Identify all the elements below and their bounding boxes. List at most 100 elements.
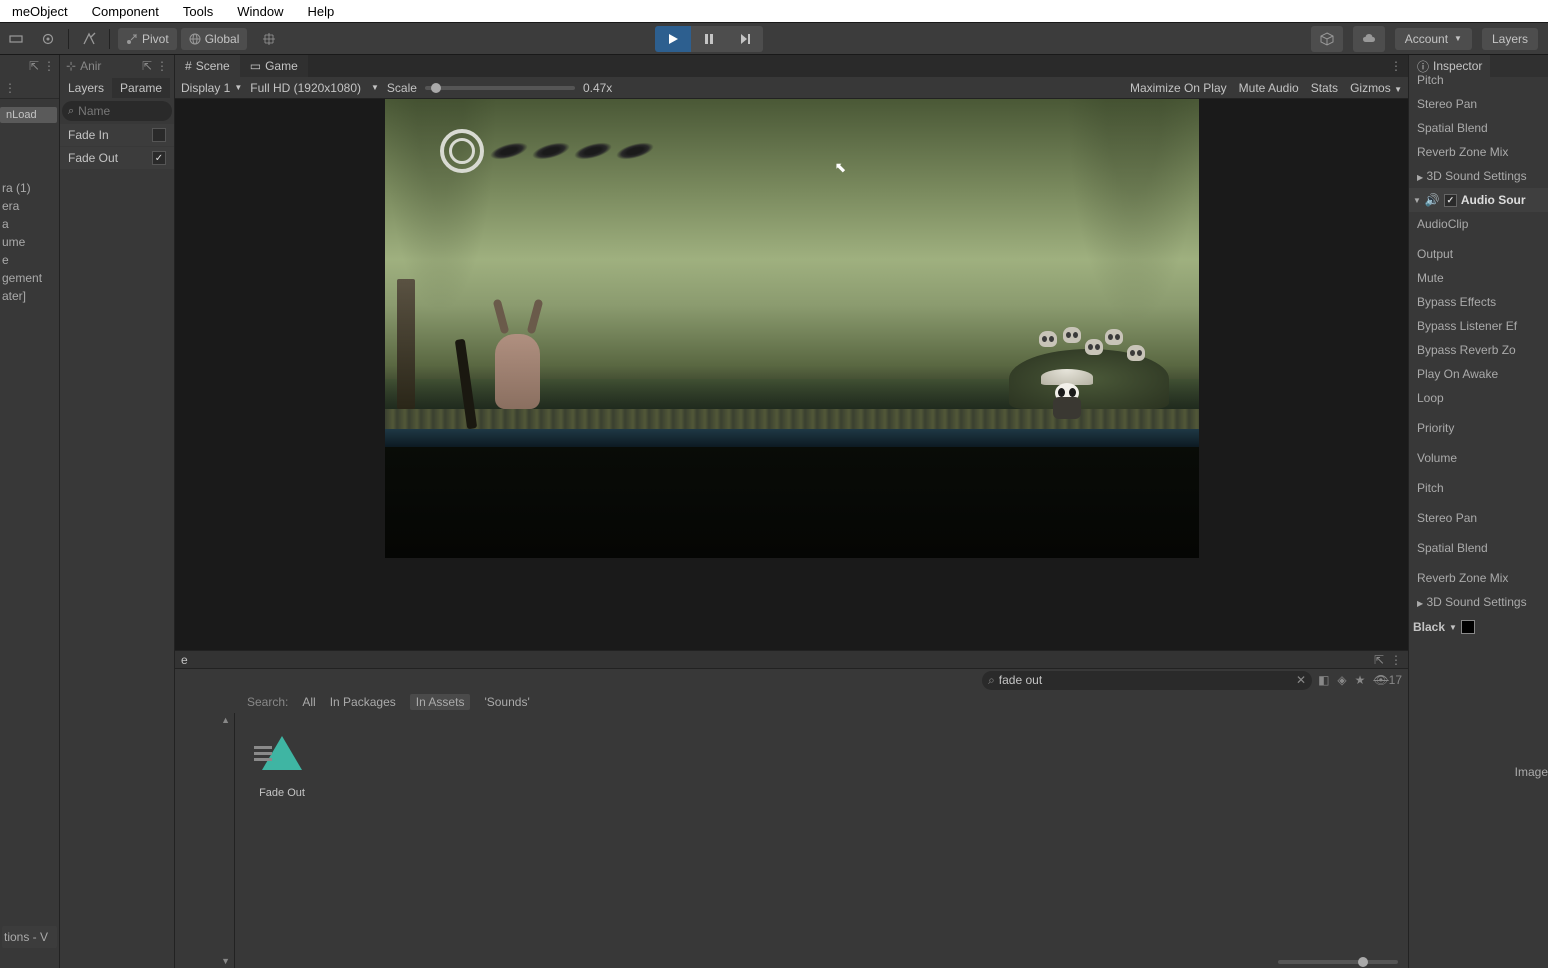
param-checkbox[interactable]: ✓ (152, 151, 166, 165)
prop-spatial-blend-2[interactable]: Spatial Blend (1409, 536, 1548, 560)
bottom-item[interactable]: tions - V (2, 926, 57, 948)
menu-window[interactable]: Window (225, 2, 295, 21)
lock-icon[interactable]: ⇱ (142, 59, 152, 73)
filter-packages[interactable]: In Packages (330, 695, 396, 709)
view-tabs: #Scene ▭Game ⋮ (175, 55, 1408, 77)
tab-animator[interactable]: Anir (80, 59, 101, 73)
info-icon: ⓘ (1417, 58, 1429, 75)
pause-button[interactable] (691, 26, 727, 52)
filter-assets[interactable]: In Assets (410, 694, 471, 710)
menu-icon[interactable]: ⋮ (43, 59, 55, 73)
global-toggle[interactable]: Global (181, 28, 248, 50)
menu-gameobject[interactable]: meObject (0, 2, 80, 21)
layers-dropdown[interactable]: Layers (1482, 28, 1538, 50)
component-enable-checkbox[interactable]: ✓ (1444, 194, 1457, 207)
prop-play-awake[interactable]: Play On Awake (1409, 362, 1548, 386)
foldout-3d-sound-2[interactable]: ▶ 3D Sound Settings (1409, 590, 1548, 614)
prop-bypass-reverb[interactable]: Bypass Reverb Zo (1409, 338, 1548, 362)
asset-label: Fade Out (247, 787, 317, 799)
param-row[interactable]: Fade Out ✓ (60, 147, 174, 169)
hierarchy-item[interactable]: a (0, 215, 59, 233)
console-tab[interactable]: e (181, 653, 188, 667)
component-audio-source[interactable]: ▼ 🔊 ✓ Audio Sour (1409, 188, 1548, 212)
hierarchy-item[interactable]: gement (0, 269, 59, 287)
project-tree[interactable]: ▲ ▼ (175, 713, 235, 968)
asset-item[interactable]: Fade Out (247, 725, 317, 799)
tab-scene[interactable]: #Scene (175, 55, 240, 77)
foldout-3d-sound[interactable]: ▶ 3D Sound Settings (1409, 164, 1548, 188)
hierarchy-item[interactable]: ume (0, 233, 59, 251)
prop-volume[interactable]: Volume (1409, 446, 1548, 470)
hierarchy-item[interactable]: ra (1) (0, 179, 59, 197)
project-search[interactable]: ⌕ ✕ (982, 671, 1312, 690)
play-button[interactable] (655, 26, 691, 52)
menu-icon[interactable]: ⋮ (156, 59, 168, 73)
hierarchy-item[interactable]: e (0, 251, 59, 269)
audio-icon: 🔊 (1425, 193, 1440, 207)
filter-label-icon[interactable]: ◈ (1337, 673, 1346, 687)
filter-type-icon[interactable]: ◧ (1318, 673, 1329, 687)
display-dropdown[interactable]: Display 1▼ (181, 81, 242, 95)
package-icon[interactable] (1311, 26, 1343, 52)
hierarchy-item[interactable]: era (0, 197, 59, 215)
param-checkbox[interactable] (152, 128, 166, 142)
prop-reverb-zone[interactable]: Reverb Zone Mix (1409, 140, 1548, 164)
step-button[interactable] (727, 26, 763, 52)
prop-audioclip[interactable]: AudioClip (1409, 212, 1548, 236)
menu-icon[interactable]: ⋮ (1390, 653, 1402, 667)
lock-icon[interactable]: ⇱ (29, 59, 39, 73)
color-swatch-dropdown[interactable]: Black▼ (1413, 620, 1544, 634)
prop-stereo-pan-2[interactable]: Stereo Pan (1409, 506, 1548, 530)
filter-sounds[interactable]: 'Sounds' (484, 695, 529, 709)
param-row[interactable]: Fade In (60, 124, 174, 146)
tab-game[interactable]: ▭Game (240, 55, 308, 77)
hidden-toggle[interactable]: 👁17 (1373, 673, 1402, 687)
mute-toggle[interactable]: Mute Audio (1239, 81, 1299, 95)
menu-help[interactable]: Help (295, 2, 346, 21)
search-icon: ⌕ (68, 105, 74, 118)
prop-spatial-blend[interactable]: Spatial Blend (1409, 116, 1548, 140)
prop-stereo-pan[interactable]: Stereo Pan (1409, 92, 1548, 116)
account-dropdown[interactable]: Account▼ (1395, 28, 1472, 50)
param-search[interactable]: ⌕ Name (62, 101, 172, 121)
resolution-dropdown[interactable]: Full HD (1920x1080)▼ (250, 81, 379, 95)
game-screen: ⬉ (385, 99, 1199, 558)
tool-hand-icon[interactable] (0, 25, 32, 53)
scroll-up-icon[interactable]: ▲ (221, 715, 230, 725)
tab-menu-icon[interactable]: ⋮ (1390, 59, 1402, 73)
prop-loop[interactable]: Loop (1409, 386, 1548, 410)
prop-priority[interactable]: Priority (1409, 416, 1548, 440)
tool-custom-icon[interactable] (73, 25, 105, 53)
tab-layers[interactable]: Layers (60, 78, 112, 98)
tool-move-icon[interactable] (32, 25, 64, 53)
search-placeholder: Name (78, 104, 110, 118)
prop-output[interactable]: Output (1409, 242, 1548, 266)
maximize-toggle[interactable]: Maximize On Play (1130, 81, 1227, 95)
search-input[interactable] (999, 673, 1292, 687)
scroll-down-icon[interactable]: ▼ (221, 956, 230, 966)
hierarchy-item[interactable]: ater] (0, 287, 59, 305)
menu-component[interactable]: Component (80, 2, 171, 21)
grid-size-slider[interactable] (1278, 960, 1398, 964)
filter-all[interactable]: All (302, 695, 315, 709)
menu-tools[interactable]: Tools (171, 2, 225, 21)
stats-toggle[interactable]: Stats (1311, 81, 1338, 95)
prop-mute[interactable]: Mute (1409, 266, 1548, 290)
clear-icon[interactable]: ✕ (1296, 673, 1306, 687)
prop-bypass-listener[interactable]: Bypass Listener Ef (1409, 314, 1548, 338)
context-menu-icon[interactable]: ⋮ (4, 81, 16, 95)
tool-grid-snap-icon[interactable] (253, 25, 285, 53)
scale-slider[interactable] (425, 86, 575, 90)
prop-reverb-zone-2[interactable]: Reverb Zone Mix (1409, 566, 1548, 590)
gizmos-dropdown[interactable]: Gizmos ▼ (1350, 81, 1402, 95)
prop-bypass-effects[interactable]: Bypass Effects (1409, 290, 1548, 314)
game-view[interactable]: ⬉ (175, 99, 1408, 650)
scale-label: Scale (387, 81, 417, 95)
cloud-icon[interactable] (1353, 26, 1385, 52)
favorite-icon[interactable]: ★ (1355, 673, 1366, 687)
lock-icon[interactable]: ⇱ (1374, 653, 1384, 667)
prop-pitch-2[interactable]: Pitch (1409, 476, 1548, 500)
tab-parameters[interactable]: Parame (112, 78, 170, 98)
hud-bird-icon (576, 142, 610, 160)
pivot-toggle[interactable]: Pivot (118, 28, 177, 50)
